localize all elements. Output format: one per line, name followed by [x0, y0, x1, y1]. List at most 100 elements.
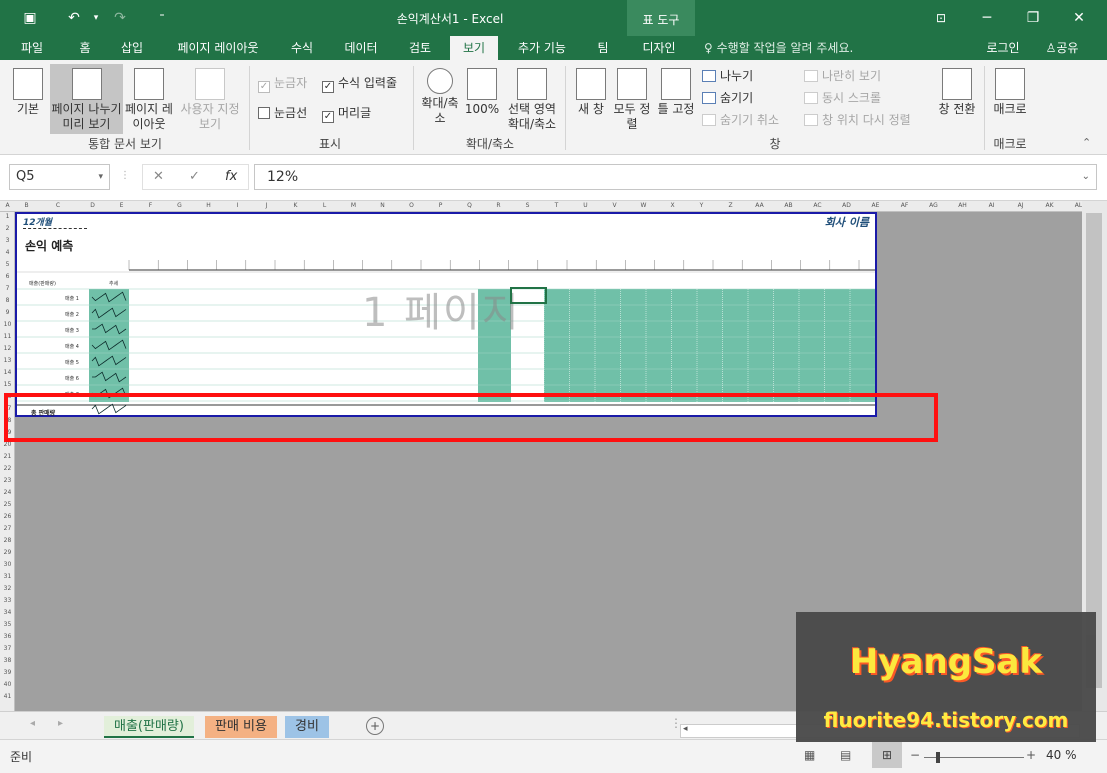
undo-icon[interactable]: ↶ [62, 6, 86, 30]
print-page-1[interactable]: 매출 1 매출 2 매출 3 매출 4 매출 5 매출 6 매출 7 12개월 회사 이름 … [15, 212, 877, 417]
save-icon[interactable]: ▣ [18, 6, 42, 30]
tab-addins[interactable]: 추가 기능 [510, 36, 574, 60]
column-header[interactable]: O [397, 202, 426, 209]
column-header[interactable]: V [600, 202, 629, 209]
row-header[interactable]: 37 [0, 645, 15, 652]
row-header[interactable]: 30 [0, 561, 15, 568]
insert-function-icon[interactable]: fx [225, 165, 237, 189]
column-header[interactable]: AA [745, 202, 774, 209]
minimize-icon[interactable]: ─ [964, 0, 1010, 36]
macros-button[interactable]: 매크로 [990, 64, 1030, 134]
zoom-out-icon[interactable]: − [910, 748, 920, 762]
column-header[interactable]: F [136, 202, 165, 209]
column-header[interactable]: Y [687, 202, 716, 209]
row-header[interactable]: 31 [0, 573, 15, 580]
active-cell-q5[interactable] [510, 287, 547, 304]
page-layout-view-button[interactable]: 페이지 레이아웃 [125, 64, 173, 134]
switch-windows-button[interactable]: 창 전환 [934, 64, 980, 134]
tab-team[interactable]: 팀 [588, 36, 618, 60]
row-header[interactable]: 28 [0, 537, 15, 544]
headings-checkbox[interactable]: ✓ 머리글 [322, 104, 371, 123]
page-layout-icon[interactable]: ▤ [840, 748, 851, 762]
column-header[interactable]: L [310, 202, 339, 209]
row-header[interactable]: 5 [0, 261, 15, 268]
row-header[interactable]: 34 [0, 609, 15, 616]
share-button[interactable]: ♙공유 [1036, 36, 1088, 60]
column-header[interactable]: K [281, 202, 310, 209]
row-header[interactable]: 20 [0, 441, 15, 448]
column-header[interactable]: N [368, 202, 397, 209]
expand-formula-icon[interactable]: ⌄ [1082, 165, 1090, 189]
column-header[interactable]: A [0, 202, 15, 209]
row-header[interactable]: 26 [0, 513, 15, 520]
restore-icon[interactable]: ❐ [1010, 0, 1056, 36]
row-header[interactable]: 25 [0, 501, 15, 508]
tab-design[interactable]: 디자인 [630, 36, 688, 60]
column-header[interactable]: AK [1035, 202, 1064, 209]
tab-page-layout[interactable]: 페이지 레이아웃 [166, 36, 270, 60]
zoom-in-icon[interactable]: + [1026, 748, 1036, 762]
row-header[interactable]: 1 [0, 213, 15, 220]
column-header[interactable]: U [571, 202, 600, 209]
zoom-slider-thumb[interactable] [936, 752, 940, 763]
row-header[interactable]: 3 [0, 237, 15, 244]
column-header[interactable]: AE [861, 202, 890, 209]
add-sheet-icon[interactable]: + [366, 717, 384, 735]
column-header[interactable]: T [542, 202, 571, 209]
login-link[interactable]: 로그인 [980, 36, 1026, 60]
sheet-tab-expenses[interactable]: 경비 [285, 716, 329, 738]
column-header[interactable]: S [513, 202, 542, 209]
column-header[interactable]: I [223, 202, 252, 209]
sheet-tab-sales[interactable]: 매출(판매량) [104, 716, 194, 738]
column-header[interactable]: W [629, 202, 658, 209]
column-header[interactable]: D [78, 202, 107, 209]
column-header[interactable]: AI [977, 202, 1006, 209]
zoom-slider[interactable] [924, 752, 1024, 763]
column-header[interactable]: AJ [1006, 202, 1035, 209]
gridlines-checkbox[interactable]: 눈금선 [258, 104, 307, 122]
column-header[interactable]: X [658, 202, 687, 209]
column-header[interactable]: R [484, 202, 513, 209]
row-header[interactable]: 12 [0, 345, 15, 352]
chevron-down-icon[interactable]: ▾ [98, 165, 103, 189]
column-header[interactable]: E [107, 202, 136, 209]
row-header[interactable]: 13 [0, 357, 15, 364]
row-header[interactable]: 7 [0, 285, 15, 292]
formula-input[interactable]: 12% ⌄ [254, 164, 1097, 190]
row-header[interactable]: 24 [0, 489, 15, 496]
collapse-ribbon-icon[interactable]: ⌃ [1082, 136, 1091, 149]
column-header[interactable]: AC [803, 202, 832, 209]
column-header[interactable]: Q [455, 202, 484, 209]
zoom-to-selection-button[interactable]: 선택 영역 확대/축소 [504, 64, 560, 134]
tab-insert[interactable]: 삽입 [112, 36, 152, 60]
tab-formulas[interactable]: 수식 [282, 36, 322, 60]
tab-file[interactable]: 파일 [10, 36, 54, 60]
normal-view-button[interactable]: 기본 [8, 64, 48, 134]
column-header[interactable]: M [339, 202, 368, 209]
row-header[interactable]: 10 [0, 321, 15, 328]
column-header[interactable]: AF [890, 202, 919, 209]
row-header[interactable]: 29 [0, 549, 15, 556]
column-header[interactable]: J [252, 202, 281, 209]
tab-review[interactable]: 검토 [400, 36, 440, 60]
zoom-button[interactable]: 확대/축소 [420, 64, 460, 134]
row-header[interactable]: 33 [0, 597, 15, 604]
row-header[interactable]: 40 [0, 681, 15, 688]
row-header[interactable]: 14 [0, 369, 15, 376]
tab-view[interactable]: 보기 [450, 36, 498, 60]
row-header[interactable]: 39 [0, 669, 15, 676]
prev-sheet-icon[interactable]: ◂ [30, 718, 35, 729]
row-header[interactable]: 11 [0, 333, 15, 340]
row-header[interactable]: 15 [0, 381, 15, 388]
row-header[interactable]: 36 [0, 633, 15, 640]
sheet-tab-cost[interactable]: 판매 비용 [205, 716, 277, 738]
arrange-all-button[interactable]: 모두 정렬 [613, 64, 651, 134]
hide-button[interactable]: 숨기기 [702, 88, 753, 108]
row-header[interactable]: 22 [0, 465, 15, 472]
scroll-left-icon[interactable]: ◂ [683, 724, 688, 734]
column-header[interactable]: H [194, 202, 223, 209]
new-window-button[interactable]: 새 창 [572, 64, 610, 134]
customize-qat-icon[interactable]: ⁼ [150, 6, 174, 30]
row-header[interactable]: 4 [0, 249, 15, 256]
page-break-view-icon[interactable]: ⊞ [872, 742, 902, 768]
